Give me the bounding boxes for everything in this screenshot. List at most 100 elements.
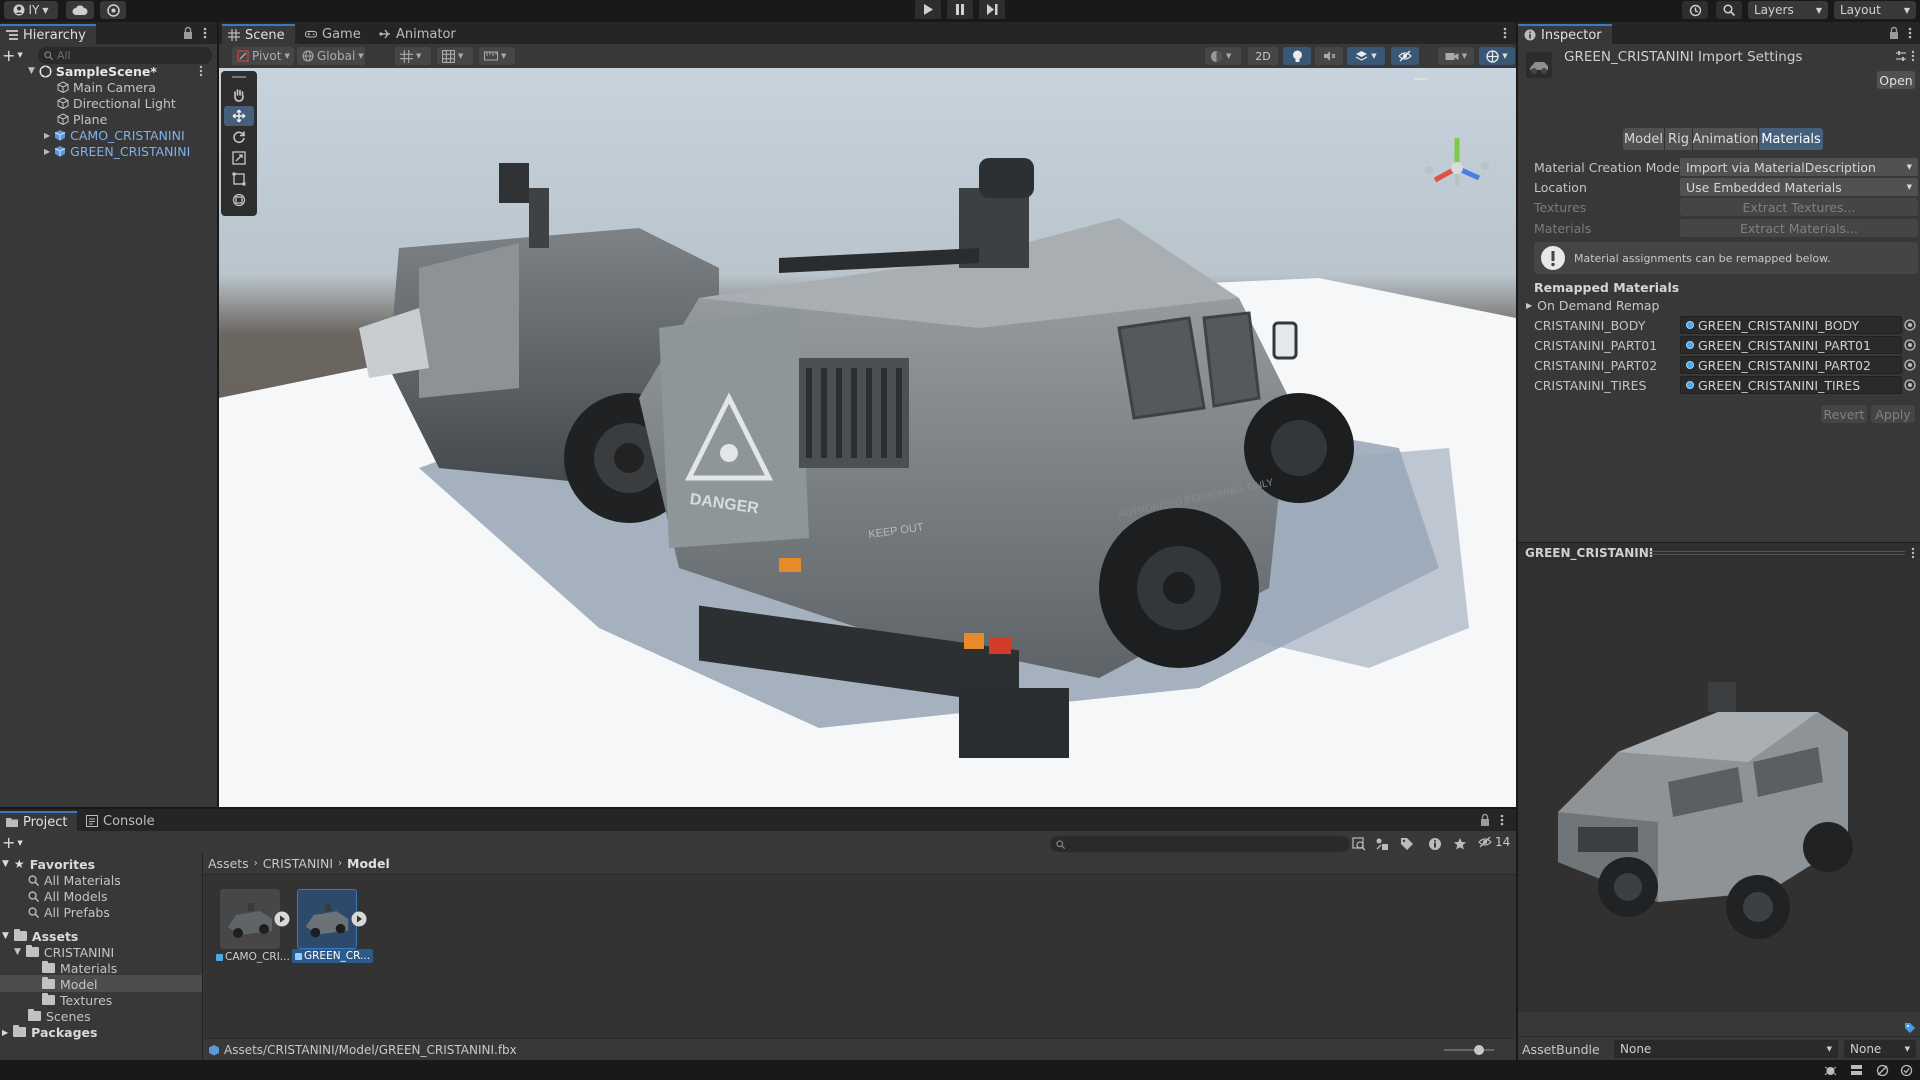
tab-scene[interactable]: Scene — [222, 24, 295, 44]
project-create-button[interactable]: + ▼ — [2, 833, 23, 852]
tab-materials[interactable]: Materials — [1759, 128, 1823, 150]
cloud-button[interactable] — [66, 1, 94, 19]
label-tag-icon[interactable] — [1904, 1022, 1916, 1034]
tab-animation[interactable]: Animation — [1692, 128, 1759, 150]
toggle-2d-button[interactable]: 2D — [1248, 47, 1278, 65]
hidden-packages-toggle[interactable]: 14 — [1478, 835, 1510, 849]
hierarchy-search-input[interactable]: All — [38, 47, 212, 64]
object-picker-icon[interactable] — [1904, 359, 1916, 371]
tab-game[interactable]: Game — [299, 24, 371, 44]
thumbnail-size-slider[interactable] — [1444, 1045, 1494, 1055]
assets-foldout[interactable]: ▼ Assets — [2, 928, 78, 944]
remap-target-field[interactable]: GREEN_CRISTANINI_BODY — [1680, 316, 1902, 334]
step-button[interactable] — [979, 0, 1005, 19]
tab-model[interactable]: Model — [1623, 128, 1665, 150]
kebab-menu-icon[interactable] — [1499, 26, 1511, 40]
open-button[interactable]: Open — [1877, 71, 1915, 89]
layers-dropdown[interactable]: Layers ▼ — [1748, 1, 1828, 19]
project-search-input[interactable] — [1050, 836, 1350, 852]
kebab-menu-icon[interactable] — [199, 26, 211, 40]
tab-animator[interactable]: Animator — [373, 24, 466, 44]
tab-project[interactable]: Project — [0, 811, 78, 831]
search-by-type-icon[interactable] — [1375, 837, 1389, 851]
kebab-menu-icon[interactable] — [1496, 813, 1508, 827]
remap-target-field[interactable]: GREEN_CRISTANINI_PART01 — [1680, 336, 1902, 354]
lock-icon[interactable] — [1479, 813, 1491, 827]
extract-materials-button[interactable]: Extract Materials... — [1680, 219, 1918, 237]
location-dropdown[interactable]: Use Embedded Materials ▼ — [1680, 178, 1918, 196]
gizmo-hamburger-icon[interactable] — [1414, 78, 1428, 80]
undo-history-button[interactable] — [1682, 1, 1708, 19]
revert-button[interactable]: Revert — [1821, 405, 1867, 423]
rect-tool-button[interactable] — [224, 169, 254, 189]
preview-header[interactable]: GREEN_CRISTANINI — [1518, 542, 1920, 562]
asset-thumbnail[interactable] — [220, 889, 280, 949]
asset-thumbnail-selected[interactable] — [297, 889, 357, 949]
favorite-item[interactable]: All Prefabs — [28, 904, 110, 920]
increment-snap-button[interactable]: ▼ — [479, 47, 515, 65]
shading-mode-button[interactable]: ▼ — [1205, 47, 1241, 65]
tab-rig[interactable]: Rig — [1665, 128, 1693, 150]
gizmos-toggle[interactable]: ▼ — [1479, 47, 1515, 65]
material-creation-mode-dropdown[interactable]: Import via MaterialDescription ▼ — [1680, 158, 1918, 176]
object-picker-icon[interactable] — [1904, 319, 1916, 331]
search-by-type-icon[interactable] — [1352, 837, 1366, 851]
apply-button[interactable]: Apply — [1871, 405, 1915, 423]
account-dropdown[interactable]: IY ▼ — [4, 1, 58, 19]
pivot-toggle[interactable]: Pivot ▼ — [232, 47, 294, 65]
tree-item-main-camera[interactable]: Main Camera — [57, 79, 156, 95]
lock-icon[interactable] — [1888, 26, 1900, 40]
rotate-tool-button[interactable] — [224, 127, 254, 147]
tab-hierarchy[interactable]: Hierarchy — [0, 24, 96, 44]
lock-icon[interactable] — [182, 26, 194, 40]
star-icon[interactable] — [1453, 837, 1467, 851]
extract-textures-button[interactable]: Extract Textures... — [1680, 198, 1918, 216]
play-button[interactable] — [915, 0, 941, 19]
debug-icon[interactable] — [1824, 1064, 1837, 1077]
tree-item-camo-cristanini[interactable]: ▶ CAMO_CRISTANINI — [44, 127, 185, 143]
layout-dropdown[interactable]: Layout ▼ — [1834, 1, 1916, 19]
global-toggle[interactable]: Global ▼ — [297, 47, 365, 65]
collab-button[interactable] — [100, 1, 126, 19]
grid-snap-button[interactable]: ▼ — [395, 47, 431, 65]
transform-tool-button[interactable] — [224, 190, 254, 210]
lighting-toggle[interactable] — [1283, 47, 1311, 65]
tree-item-green-cristanini[interactable]: ▶ GREEN_CRISTANINI — [44, 143, 190, 159]
label-filter-icon[interactable] — [1400, 837, 1414, 851]
search-button[interactable] — [1716, 1, 1742, 19]
palette-handle-icon[interactable] — [232, 76, 246, 78]
effects-toggle[interactable]: ▼ — [1347, 47, 1385, 65]
slider-thumb[interactable] — [1474, 1045, 1484, 1055]
audio-toggle[interactable] — [1315, 47, 1343, 65]
favorite-item[interactable]: All Models — [28, 888, 108, 904]
tree-item-plane[interactable]: Plane — [57, 111, 107, 127]
breadcrumb-item[interactable]: Model — [347, 856, 390, 871]
create-button[interactable]: + ▼ — [2, 46, 26, 65]
settings-sliders-icon[interactable] — [1896, 50, 1906, 62]
scene-visibility-toggle[interactable] — [1391, 47, 1419, 65]
expand-play-icon[interactable] — [274, 911, 290, 927]
object-picker-icon[interactable] — [1904, 379, 1916, 391]
tree-item-directional-light[interactable]: Directional Light — [57, 95, 176, 111]
kebab-menu-icon[interactable] — [198, 65, 204, 77]
kebab-menu-icon[interactable] — [1910, 547, 1916, 559]
assetbundle-dropdown[interactable]: None ▼ — [1614, 1040, 1838, 1058]
folder-model[interactable]: Model — [42, 976, 98, 992]
pause-button[interactable] — [947, 0, 973, 19]
breadcrumb-item[interactable]: CRISTANINI — [263, 856, 333, 871]
camera-settings-button[interactable]: ▼ — [1438, 47, 1474, 65]
grid-visibility-button[interactable]: ▼ — [437, 47, 473, 65]
model-preview-viewport[interactable] — [1518, 562, 1920, 1012]
favorite-item[interactable]: All Materials — [28, 872, 121, 888]
tab-console[interactable]: Console — [80, 811, 165, 831]
expand-play-icon[interactable] — [351, 911, 367, 927]
tree-item-scene[interactable]: ▼ SampleScene* — [28, 63, 217, 79]
scene-viewport[interactable]: DANGER KEEP OUT AUTHORIZED PERSONNEL ONL… — [219, 68, 1516, 807]
info-circle-icon[interactable] — [1428, 837, 1442, 851]
network-icon[interactable] — [1876, 1064, 1889, 1077]
hand-tool-button[interactable] — [224, 85, 254, 105]
kebab-menu-icon[interactable] — [1910, 50, 1916, 62]
remap-target-field[interactable]: GREEN_CRISTANINI_TIRES — [1680, 376, 1902, 394]
scale-tool-button[interactable] — [224, 148, 254, 168]
packages-foldout[interactable]: ▶ Packages — [2, 1024, 97, 1040]
